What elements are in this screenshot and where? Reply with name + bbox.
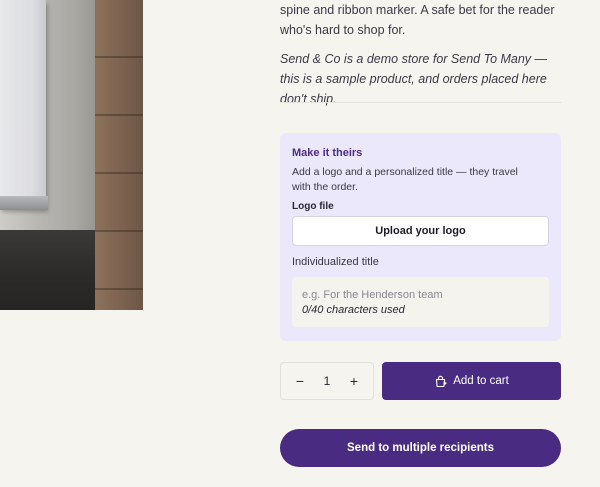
notebook-cover xyxy=(0,0,46,208)
product-description: spine and ribbon marker. A safe bet for … xyxy=(280,0,561,118)
individualized-title-input[interactable] xyxy=(302,287,539,302)
title-field-box: 0/40 characters used xyxy=(292,277,549,327)
upload-logo-button[interactable]: Upload your logo xyxy=(292,216,549,246)
concrete-slab-shadow xyxy=(0,230,95,310)
personalization-title: Make it theirs xyxy=(292,147,363,159)
individualized-title-label: Individualized title xyxy=(292,256,379,268)
add-to-cart-label: Add to cart xyxy=(453,375,509,387)
quantity-decrement-button[interactable]: − xyxy=(293,373,307,389)
logo-file-label: Logo file xyxy=(292,201,334,212)
personalization-subtitle: Add a logo and a personalized title — th… xyxy=(292,166,518,193)
description-text: spine and ribbon marker. A safe bet for … xyxy=(280,3,555,37)
quantity-increment-button[interactable]: + xyxy=(347,373,361,389)
divider xyxy=(280,102,561,103)
notebook-edge xyxy=(0,196,48,210)
quantity-value[interactable]: 1 xyxy=(324,374,331,388)
character-count: 0/40 characters used xyxy=(302,304,405,316)
demo-store-note: Send & Co is a demo store for Send To Ma… xyxy=(280,52,548,106)
personalization-card: Make it theirs Add a logo and a personal… xyxy=(280,133,561,341)
quantity-stepper: − 1 + xyxy=(280,362,374,400)
add-to-cart-button[interactable]: Add to cart xyxy=(382,362,561,400)
product-image xyxy=(0,0,143,310)
shopping-bag-plus-icon xyxy=(434,375,447,388)
send-to-multiple-recipients-button[interactable]: Send to multiple recipients xyxy=(280,429,561,467)
